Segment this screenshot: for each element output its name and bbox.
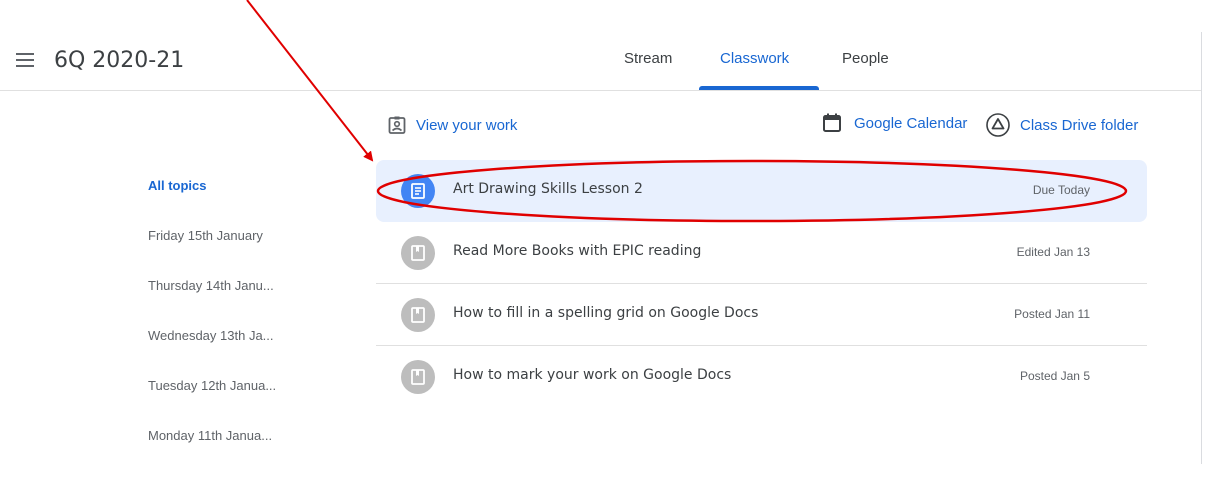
class-drive-folder-link[interactable]: Class Drive folder (986, 113, 1138, 137)
google-calendar-label: Google Calendar (854, 114, 968, 132)
topic-all-topics[interactable]: All topics (148, 178, 276, 228)
classwork-item[interactable]: How to fill in a spelling grid on Google… (376, 284, 1147, 346)
view-your-work-link[interactable]: View your work (388, 116, 517, 134)
class-drive-folder-label: Class Drive folder (1020, 116, 1139, 134)
page-right-border (1201, 32, 1202, 464)
classwork-item-title: Art Drawing Skills Lesson 2 (453, 181, 643, 197)
classwork-list: Art Drawing Skills Lesson 2 Due Today Re… (376, 160, 1147, 407)
material-icon (401, 298, 435, 332)
hamburger-menu-icon[interactable] (16, 53, 34, 67)
material-icon (401, 360, 435, 394)
classwork-item-status: Posted Jan 11 (1014, 307, 1090, 321)
google-calendar-link[interactable]: Google Calendar (822, 113, 967, 133)
material-icon (401, 236, 435, 270)
top-bar: 6Q 2020-21 Stream Classwork People (0, 32, 1202, 91)
topic-monday-11th-january[interactable]: Monday 11th Janua... (148, 428, 276, 478)
classwork-item-title: How to mark your work on Google Docs (453, 367, 732, 383)
classwork-item-title: How to fill in a spelling grid on Google… (453, 305, 759, 321)
topic-friday-15th-january[interactable]: Friday 15th January (148, 228, 276, 278)
topic-wednesday-13th-january[interactable]: Wednesday 13th Ja... (148, 328, 276, 378)
tab-people[interactable]: People (842, 50, 889, 67)
view-your-work-label: View your work (416, 116, 518, 134)
classwork-item-title: Read More Books with EPIC reading (453, 243, 702, 259)
tab-classwork[interactable]: Classwork (720, 50, 789, 67)
classwork-item-status: Posted Jan 5 (1019, 369, 1090, 383)
assignment-icon (401, 174, 435, 208)
classwork-item[interactable]: Read More Books with EPIC reading Edited… (376, 222, 1147, 284)
topic-tuesday-12th-january[interactable]: Tuesday 12th Janua... (148, 378, 276, 428)
topic-thursday-14th-january[interactable]: Thursday 14th Janu... (148, 278, 276, 328)
assignment-ind-icon (388, 116, 406, 134)
topics-sidebar: All topics Friday 15th January Thursday … (148, 178, 276, 478)
classwork-item-status: Due Today (1032, 183, 1090, 197)
classwork-item-status: Edited Jan 13 (1016, 245, 1090, 259)
class-title[interactable]: 6Q 2020-21 (54, 48, 184, 73)
google-drive-icon (986, 113, 1010, 137)
classwork-item[interactable]: Art Drawing Skills Lesson 2 Due Today (376, 160, 1147, 222)
classwork-item[interactable]: How to mark your work on Google Docs Pos… (376, 346, 1147, 407)
tab-stream[interactable]: Stream (624, 50, 672, 67)
active-tab-indicator (699, 86, 819, 90)
calendar-icon (823, 113, 841, 132)
